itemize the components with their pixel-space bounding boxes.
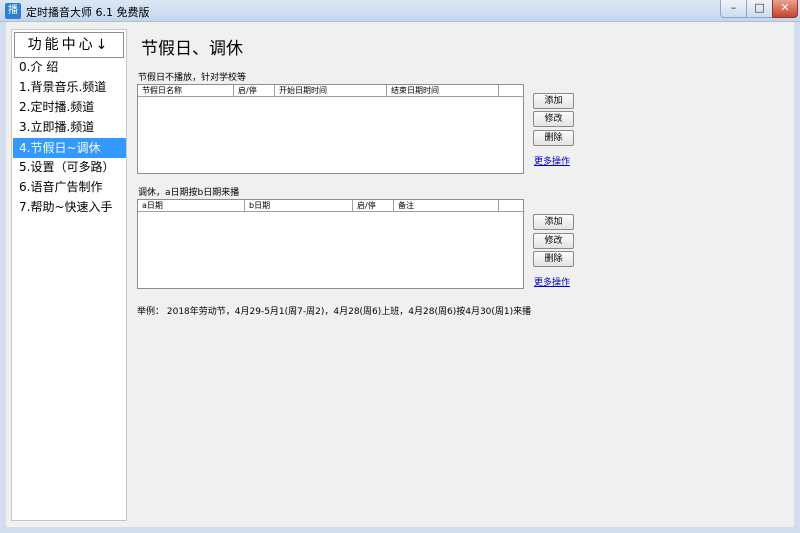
window-frame-right: [794, 22, 800, 533]
function-center-button[interactable]: 功能中心↓: [14, 32, 124, 58]
column-header-holiday-name[interactable]: 节假日名称: [138, 85, 234, 96]
sidebar-item-intro[interactable]: 0.介 绍: [13, 57, 126, 77]
column-header-end-datetime[interactable]: 结束日期时间: [387, 85, 499, 96]
holiday-add-button[interactable]: 添加: [533, 93, 574, 109]
column-header-start-datetime[interactable]: 开始日期时间: [275, 85, 387, 96]
example-note: 举例： 2018年劳动节，4月29-5月1(周7-周2)，4月28(周6)上班，…: [137, 307, 532, 317]
sidebar-item-settings[interactable]: 5.设置（可多路）: [13, 157, 126, 177]
holiday-table[interactable]: 节假日名称 启/停 开始日期时间 结束日期时间: [137, 84, 524, 174]
page-title: 节假日、调休: [141, 39, 243, 59]
swap-table-header: a日期 b日期 启/停 备注: [138, 200, 523, 212]
sidebar: 功能中心↓ 0.介 绍 1.背景音乐.频道 2.定时播.频道 3.立即播.频道 …: [11, 29, 127, 521]
sidebar-item-scheduled-play[interactable]: 2.定时播.频道: [13, 97, 126, 117]
app-icon: 播: [5, 3, 21, 19]
sidebar-item-help[interactable]: 7.帮助~快速入手: [13, 197, 126, 217]
holiday-table-header: 节假日名称 启/停 开始日期时间 结束日期时间: [138, 85, 523, 97]
sidebar-item-voice-ad[interactable]: 6.语音广告制作: [13, 177, 126, 197]
sidebar-item-holidays[interactable]: 4.节假日~调休: [13, 138, 126, 158]
column-header-b-date[interactable]: b日期: [245, 200, 353, 211]
maximize-button[interactable]: □: [746, 0, 773, 18]
sidebar-item-instant-play[interactable]: 3.立即播.频道: [13, 117, 126, 137]
column-header-filler: [499, 85, 523, 96]
holiday-edit-button[interactable]: 修改: [533, 111, 574, 127]
holiday-delete-button[interactable]: 删除: [533, 130, 574, 146]
holiday-section-label: 节假日不播放，针对学校等: [138, 73, 247, 83]
sidebar-item-background-music[interactable]: 1.背景音乐.频道: [13, 77, 126, 97]
swap-add-button[interactable]: 添加: [533, 214, 574, 230]
column-header-filler: [499, 200, 523, 211]
column-header-a-date[interactable]: a日期: [138, 200, 245, 211]
swap-table[interactable]: a日期 b日期 启/停 备注: [137, 199, 524, 289]
holiday-more-actions-link[interactable]: 更多操作: [534, 154, 570, 167]
column-header-enabled[interactable]: 启/停: [234, 85, 275, 96]
swap-more-actions-link[interactable]: 更多操作: [534, 275, 570, 288]
swap-section-label: 调休，a日期按b日期来播: [138, 188, 240, 198]
swap-edit-button[interactable]: 修改: [533, 233, 574, 249]
minimize-button[interactable]: –: [720, 0, 747, 18]
swap-delete-button[interactable]: 删除: [533, 251, 574, 267]
title-bar: 播 定时播音大师 6.1 免费版 – □ ✕: [0, 0, 800, 22]
column-header-swap-enabled[interactable]: 启/停: [353, 200, 394, 211]
close-button[interactable]: ✕: [772, 0, 798, 18]
window-title: 定时播音大师 6.1 免费版: [26, 6, 150, 19]
window-frame-bottom: [0, 527, 800, 533]
column-header-note[interactable]: 备注: [394, 200, 499, 211]
